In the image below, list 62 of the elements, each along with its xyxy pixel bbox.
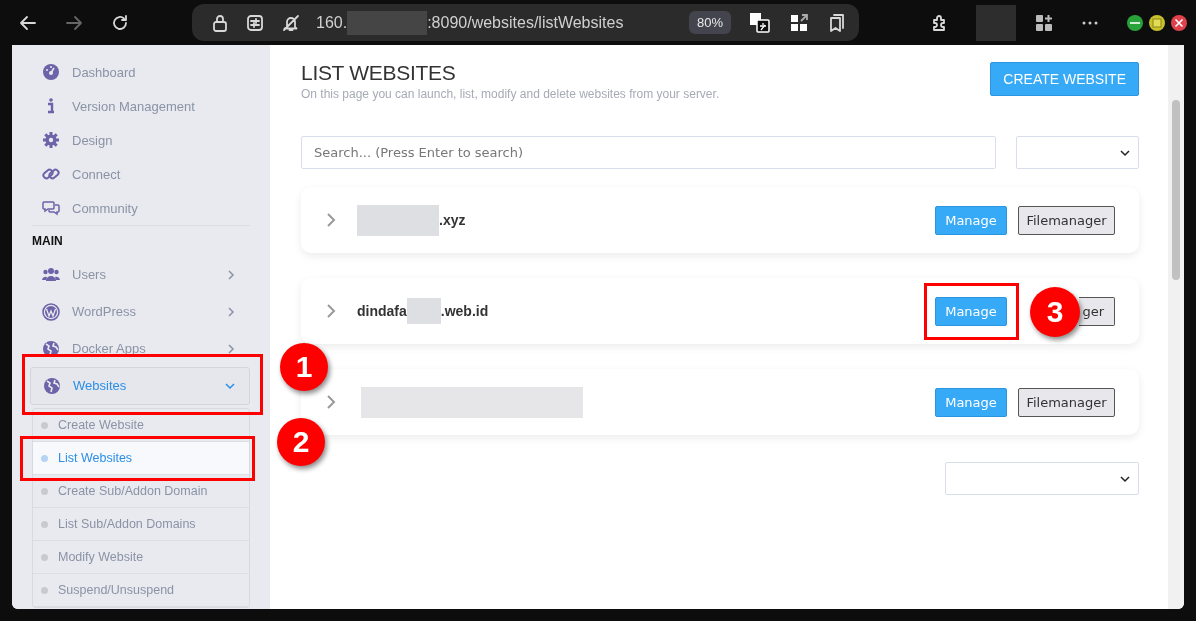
submenu-item[interactable]: Modify Website — [33, 541, 249, 574]
manage-button[interactable]: Manage — [935, 387, 1007, 417]
sidebar-item[interactable]: Websites — [30, 366, 250, 405]
bookmarks-icon[interactable] — [827, 12, 847, 33]
globe-icon — [43, 376, 61, 395]
chevron-right-icon[interactable] — [325, 212, 337, 228]
add-apps-icon[interactable] — [1034, 12, 1054, 33]
domain-text[interactable]: .web.id — [440, 303, 489, 319]
address-bar[interactable]: 160. :8090/websites/listWebsites 80% — [192, 4, 859, 41]
submenu-item[interactable]: List Websites — [33, 442, 249, 475]
search-field[interactable]: Search... (Press Enter to search) — [301, 136, 996, 169]
lock-icon[interactable] — [212, 13, 228, 32]
submenu-item[interactable]: List Sub/Addon Domains — [33, 508, 249, 541]
chevron-right-icon — [226, 343, 236, 354]
chevron-down-icon — [225, 380, 235, 391]
scrollbar-thumb[interactable] — [1172, 100, 1180, 280]
chevron-right-icon — [226, 306, 236, 317]
caret-icon — [1120, 147, 1130, 158]
maximize-icon[interactable] — [1148, 13, 1166, 32]
submenu-item[interactable]: Create Sub/Addon Domain — [33, 475, 249, 508]
step-badge: 2 — [277, 418, 325, 466]
sidebar-item[interactable]: Design — [30, 123, 270, 157]
sidebar-item[interactable]: Dashboard — [30, 55, 270, 89]
manage-button[interactable]: Manage — [935, 205, 1007, 235]
close-icon[interactable] — [1170, 13, 1188, 32]
chevron-right-icon[interactable] — [325, 394, 337, 410]
circle-logo-icon — [42, 302, 60, 321]
caret-icon — [1120, 473, 1130, 484]
step-badge: 3 — [1030, 286, 1080, 337]
page-title: LIST WEBSITES — [301, 61, 457, 85]
manage-button[interactable]: Manage — [935, 296, 1007, 326]
chevron-right-icon — [226, 269, 236, 280]
filemanager-button[interactable]: Filemanager — [1018, 387, 1115, 417]
submenu-item[interactable]: Suspend/Unsuspend — [33, 574, 249, 607]
muted-bell-icon[interactable] — [282, 13, 300, 32]
translate-icon[interactable] — [749, 11, 771, 34]
sidebar-item[interactable]: Version Management — [30, 89, 270, 123]
page-subtitle: On this page you can launch, list, modify and delete websites from your server. — [301, 87, 720, 101]
gauge-icon — [42, 63, 60, 81]
sidebar-item[interactable]: Community — [30, 191, 270, 225]
reload-icon[interactable] — [110, 12, 130, 33]
url-text: 160. — [316, 13, 348, 32]
filemanager-button[interactable]: Filemanager — [1018, 205, 1115, 235]
minimize-icon[interactable] — [1126, 13, 1144, 32]
chevron-right-icon[interactable] — [325, 303, 337, 319]
step-badge: 1 — [280, 343, 328, 391]
sidebar-item[interactable]: Docker Apps — [30, 330, 250, 367]
users-icon — [42, 265, 60, 284]
create-website-button[interactable]: CREATE WEBSITE — [990, 62, 1139, 96]
url-text: :8090/websites/listWebsites — [427, 13, 624, 32]
domain-text[interactable]: .xyz — [439, 212, 466, 228]
section-heading: MAIN — [31, 233, 64, 250]
sidebar-item[interactable]: Users — [30, 256, 250, 293]
sidebar-item[interactable]: Connect — [30, 157, 270, 191]
chat-bubbles-icon — [42, 199, 60, 217]
app-grid-icon[interactable] — [789, 12, 809, 33]
gear-icon — [42, 131, 60, 149]
filemanager-button[interactable]: ger — [1079, 296, 1115, 326]
sliders-icon[interactable] — [246, 13, 264, 32]
zoom-level[interactable]: 80% — [688, 11, 731, 34]
domain-text[interactable]: dindafa — [357, 303, 407, 319]
sidebar-item[interactable]: WordPress — [30, 293, 250, 330]
